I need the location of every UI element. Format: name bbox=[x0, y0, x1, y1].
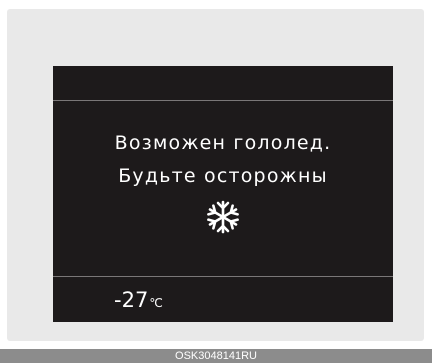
temperature-unit: ℃ bbox=[149, 296, 163, 310]
temperature-value: -27 bbox=[114, 288, 149, 312]
image-code-caption: OSK3048141RU bbox=[175, 350, 257, 362]
snowflake-icon bbox=[206, 200, 240, 234]
ice-warning-message-line2: Будьте осторожны bbox=[118, 165, 328, 187]
outside-temperature: -27℃ bbox=[114, 288, 163, 312]
instrument-cluster-screen: Возможен гололед. Будьте осторожны -27℃ bbox=[53, 66, 393, 322]
top-divider bbox=[53, 100, 393, 101]
bottom-divider bbox=[53, 276, 393, 277]
ice-warning-message-line1: Возможен гололед. bbox=[114, 132, 332, 154]
image-caption-bar: OSK3048141RU bbox=[0, 349, 432, 363]
display-bezel: Возможен гололед. Будьте осторожны -27℃ bbox=[7, 9, 424, 341]
